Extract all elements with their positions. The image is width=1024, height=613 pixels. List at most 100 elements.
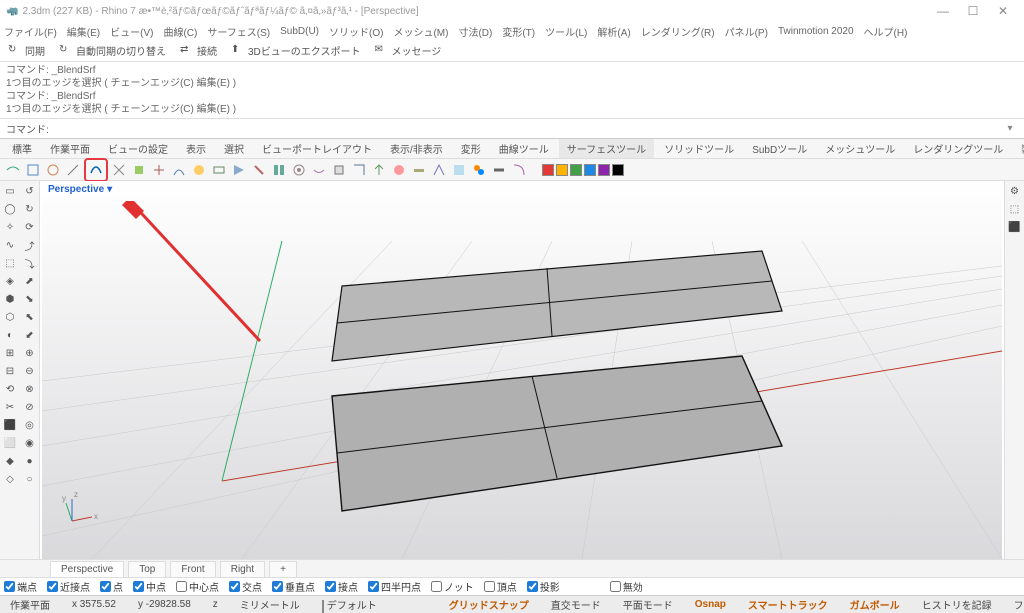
tab-curve-tools[interactable]: 曲線ツール: [491, 139, 557, 158]
menu-surface[interactable]: サーフェス(S): [207, 24, 270, 39]
color-swatch-5[interactable]: [598, 164, 610, 176]
tab-surface-tools[interactable]: サーフェスツール: [559, 139, 654, 158]
tool-icon-17[interactable]: [330, 161, 348, 179]
view-tab-top[interactable]: Top: [128, 561, 166, 577]
osnap-near[interactable]: 近接点: [47, 579, 90, 594]
color-swatch-4[interactable]: [584, 164, 596, 176]
menu-view[interactable]: ビュー(V): [110, 24, 153, 39]
tool-icon-8[interactable]: [150, 161, 168, 179]
ltool-17[interactable]: ◇: [2, 471, 18, 487]
ltool-11[interactable]: ⊟: [2, 363, 18, 379]
command-dropdown[interactable]: ▾: [1002, 123, 1018, 134]
tab-standard[interactable]: 標準: [4, 139, 40, 158]
menu-curve[interactable]: 曲線(C): [163, 24, 197, 39]
status-units[interactable]: ミリメートル: [234, 597, 306, 612]
tab-solid-tools[interactable]: ソリッドツール: [656, 139, 742, 158]
close-button[interactable]: ✕: [988, 1, 1018, 21]
color-swatch-1[interactable]: [542, 164, 554, 176]
menu-render[interactable]: レンダリング(R): [641, 24, 715, 39]
osnap-point[interactable]: 点: [100, 579, 123, 594]
tool-icon-15[interactable]: [290, 161, 308, 179]
menu-solid[interactable]: ソリッド(O): [329, 24, 383, 39]
tab-drafting[interactable]: 製図: [1013, 139, 1024, 158]
view-tab-right[interactable]: Right: [220, 561, 265, 577]
tab-cplane[interactable]: 作業平面: [42, 139, 98, 158]
menu-edit[interactable]: 編集(E): [67, 24, 100, 39]
view-tab-front[interactable]: Front: [170, 561, 215, 577]
menu-help[interactable]: ヘルプ(H): [864, 24, 908, 39]
menu-subd[interactable]: SubD(U): [280, 26, 319, 37]
l2tool-15[interactable]: ◉: [22, 435, 38, 451]
l2tool-1[interactable]: ↺: [22, 183, 38, 199]
tool-icon-3[interactable]: [44, 161, 62, 179]
export3d-button[interactable]: ⬆3Dビューのエクスポート: [227, 41, 364, 60]
status-planar[interactable]: 平面モード: [617, 597, 679, 612]
menu-analyze[interactable]: 解析(A): [597, 24, 630, 39]
status-ortho[interactable]: 直交モード: [545, 597, 607, 612]
ltool-10[interactable]: ⊞: [2, 345, 18, 361]
rtool-1[interactable]: ⚙: [1007, 183, 1023, 199]
ltool-15[interactable]: ⬜: [2, 435, 18, 451]
tool-icon-9[interactable]: [170, 161, 188, 179]
viewport-perspective[interactable]: Perspective: [40, 181, 1004, 559]
tool-icon-12[interactable]: [230, 161, 248, 179]
rtool-2[interactable]: ⬚: [1007, 201, 1023, 217]
l2tool-12[interactable]: ⊗: [22, 381, 38, 397]
tool-icon-18[interactable]: [350, 161, 368, 179]
l2tool-17[interactable]: ○: [22, 471, 38, 487]
status-history[interactable]: ヒストリを記録: [916, 597, 998, 612]
ltool-16[interactable]: ◆: [2, 453, 18, 469]
tool-icon-7[interactable]: [130, 161, 148, 179]
color-swatch-3[interactable]: [570, 164, 582, 176]
connect-button[interactable]: ⇄接続: [176, 41, 221, 60]
tool-icon-20[interactable]: [390, 161, 408, 179]
l2tool-11[interactable]: ⊖: [22, 363, 38, 379]
l2tool-10[interactable]: ⊕: [22, 345, 38, 361]
l2tool-13[interactable]: ⊘: [22, 399, 38, 415]
tool-icon-1[interactable]: [4, 161, 22, 179]
osnap-project[interactable]: 投影: [527, 579, 560, 594]
menu-file[interactable]: ファイル(F): [4, 24, 57, 39]
tool-icon-22[interactable]: [430, 161, 448, 179]
osnap-perp[interactable]: 垂直点: [272, 579, 315, 594]
blendsrf-button[interactable]: [87, 161, 105, 179]
ltool-13[interactable]: ✂: [2, 399, 18, 415]
ltool-2[interactable]: ◯: [2, 201, 18, 217]
menu-panel[interactable]: パネル(P): [725, 24, 768, 39]
minimize-button[interactable]: —: [928, 1, 958, 21]
status-osnap[interactable]: Osnap: [689, 599, 732, 610]
tab-viewport-layout[interactable]: ビューポートレイアウト: [254, 139, 380, 158]
tool-icon-23[interactable]: [450, 161, 468, 179]
ltool-14[interactable]: ⬛: [2, 417, 18, 433]
status-plane[interactable]: 作業平面: [4, 597, 56, 612]
l2tool-8[interactable]: ⬉: [22, 309, 38, 325]
tool-icon-25[interactable]: [490, 161, 508, 179]
osnap-disable[interactable]: 無効: [610, 579, 643, 594]
status-gumball[interactable]: ガムボール: [844, 597, 906, 612]
l2tool-3[interactable]: ⟳: [22, 219, 38, 235]
status-filter[interactable]: フィルタ: [1008, 597, 1024, 612]
command-input[interactable]: [53, 123, 1002, 134]
l2tool-5[interactable]: ⤵: [22, 255, 38, 271]
tool-icon-21[interactable]: [410, 161, 428, 179]
osnap-center[interactable]: 中心点: [176, 579, 219, 594]
ltool-3[interactable]: ✧: [2, 219, 18, 235]
tool-icon-6[interactable]: [110, 161, 128, 179]
tool-icon-26[interactable]: [510, 161, 528, 179]
osnap-vertex[interactable]: 頂点: [484, 579, 517, 594]
color-swatch-2[interactable]: [556, 164, 568, 176]
tool-icon-11[interactable]: [210, 161, 228, 179]
menu-tools[interactable]: ツール(L): [545, 24, 587, 39]
l2tool-9[interactable]: ⬋: [22, 327, 38, 343]
color-swatch-6[interactable]: [612, 164, 624, 176]
view-tab-add[interactable]: +: [269, 561, 297, 577]
osnap-tan[interactable]: 接点: [325, 579, 358, 594]
tool-icon-10[interactable]: [190, 161, 208, 179]
tool-icon-4[interactable]: [64, 161, 82, 179]
message-button[interactable]: ✉メッセージ: [370, 41, 445, 60]
status-smarttrack[interactable]: スマートトラック: [742, 597, 834, 612]
l2tool-6[interactable]: ⬈: [22, 273, 38, 289]
tab-visibility[interactable]: 表示/非表示: [382, 139, 451, 158]
tab-display[interactable]: 表示: [178, 139, 214, 158]
l2tool-14[interactable]: ◎: [22, 417, 38, 433]
